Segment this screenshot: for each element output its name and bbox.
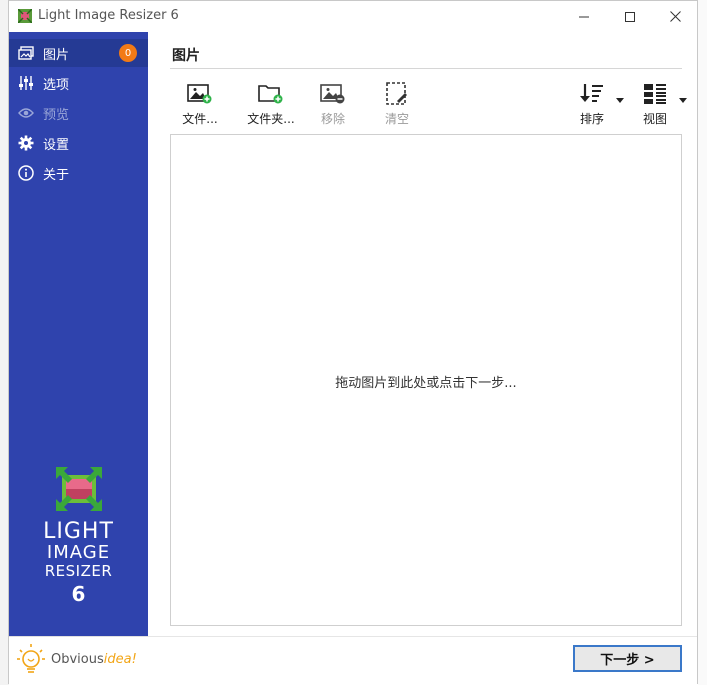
vendor-name: Obviousidea! xyxy=(51,652,137,667)
minimize-button[interactable] xyxy=(561,1,607,32)
lightbulb-icon xyxy=(17,644,45,673)
remove-button[interactable]: 移除 xyxy=(304,82,362,128)
sidebar-item-label: 关于 xyxy=(43,167,70,183)
sidebar: 图片 0 选项 预览 设置 关于 LIGHT IMAGE RESIZER 6 xyxy=(9,32,148,636)
add-files-label: 文件... xyxy=(182,112,218,126)
sort-icon xyxy=(579,82,605,106)
sidebar-item-about[interactable]: 关于 xyxy=(9,159,148,187)
sort-dropdown-chevron-down-icon[interactable] xyxy=(616,98,624,104)
footer-bar: 下一步 > xyxy=(148,636,697,685)
next-button[interactable]: 下一步 > xyxy=(573,645,682,672)
vendor-logo[interactable]: Obviousidea! xyxy=(9,636,148,685)
view-button[interactable]: 视图 xyxy=(626,82,684,128)
title-bar: Light Image Resizer 6 xyxy=(9,1,697,32)
sort-button[interactable]: 排序 xyxy=(563,82,621,128)
pictures-icon xyxy=(17,44,35,62)
main-panel: 图片 文件... 文件夹... 移除 清空 排序 视图 拖动图片到此处或点击下一… xyxy=(148,32,697,636)
image-drop-zone[interactable]: 拖动图片到此处或点击下一步... xyxy=(170,134,682,626)
maximize-icon xyxy=(625,11,635,22)
sidebar-item-preview[interactable]: 预览 xyxy=(9,99,148,127)
drop-hint-text: 拖动图片到此处或点击下一步... xyxy=(335,376,517,391)
add-image-icon xyxy=(187,82,213,106)
clear-button[interactable]: 清空 xyxy=(368,82,426,128)
gear-icon xyxy=(17,134,35,152)
sidebar-item-label: 选项 xyxy=(43,77,70,93)
brand-line-1: LIGHT xyxy=(43,519,114,544)
pictures-count-badge: 0 xyxy=(119,44,137,62)
eye-icon xyxy=(17,104,35,122)
sidebar-item-options[interactable]: 选项 xyxy=(9,69,148,97)
close-icon xyxy=(669,11,681,22)
window-title: Light Image Resizer 6 xyxy=(38,8,179,23)
maximize-button[interactable] xyxy=(607,1,653,32)
remove-image-icon xyxy=(320,82,346,106)
add-folder-button[interactable]: 文件夹... xyxy=(242,82,300,128)
view-label: 视图 xyxy=(642,112,667,126)
sidebar-item-settings[interactable]: 设置 xyxy=(9,129,148,157)
minimize-icon xyxy=(579,16,589,17)
sliders-icon xyxy=(17,74,35,92)
remove-label: 移除 xyxy=(320,112,345,126)
brand-line-4: 6 xyxy=(71,582,86,606)
app-logo-icon xyxy=(18,9,32,23)
view-list-icon xyxy=(642,82,668,106)
clear-label: 清空 xyxy=(384,112,409,126)
info-icon xyxy=(17,164,35,182)
app-window: Light Image Resizer 6 图片 0 选项 预览 设置 关于 L… xyxy=(8,0,698,685)
sort-label: 排序 xyxy=(579,112,604,126)
add-folder-label: 文件夹... xyxy=(247,112,295,126)
page-title: 图片 xyxy=(172,48,200,64)
product-logo-icon xyxy=(56,467,102,511)
sidebar-item-label: 预览 xyxy=(43,107,70,123)
view-dropdown-chevron-down-icon[interactable] xyxy=(679,98,687,104)
add-files-button[interactable]: 文件... xyxy=(171,82,229,128)
clear-icon xyxy=(384,82,410,106)
background-desktop-right xyxy=(698,0,707,685)
sidebar-item-label: 设置 xyxy=(43,137,70,153)
sidebar-item-label: 图片 xyxy=(43,47,70,63)
sidebar-item-pictures[interactable]: 图片 0 xyxy=(9,39,148,67)
add-folder-icon xyxy=(258,82,284,106)
brand-line-2: IMAGE xyxy=(46,542,111,563)
title-divider xyxy=(170,68,682,69)
close-button[interactable] xyxy=(652,1,698,32)
brand-line-3: RESIZER xyxy=(44,562,113,580)
